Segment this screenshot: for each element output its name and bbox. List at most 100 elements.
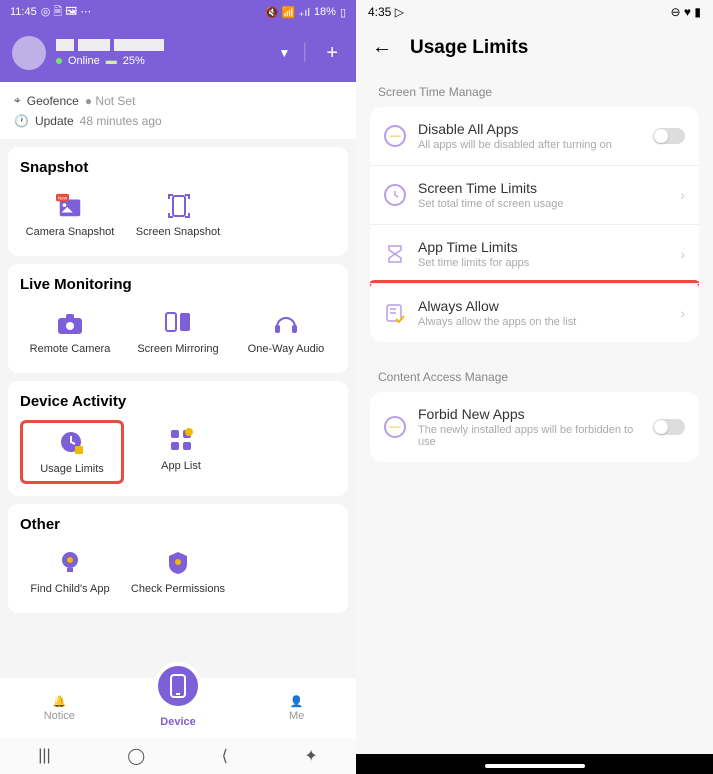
row-sub: The newly installed apps will be forbidd… bbox=[418, 424, 641, 448]
camera-icon bbox=[56, 309, 84, 337]
row-title: Always Allow bbox=[418, 298, 668, 314]
snapshot-card: Snapshot New Camera Snapshot Screen Snap… bbox=[8, 147, 348, 256]
person-icon: 👤 bbox=[290, 695, 304, 708]
row-title: Forbid New Apps bbox=[418, 406, 641, 422]
item-label: Remote Camera bbox=[30, 343, 111, 355]
status-battery: 18% bbox=[314, 6, 336, 18]
item-label: Find Child's App bbox=[30, 583, 109, 595]
toggle-switch[interactable] bbox=[653, 419, 685, 435]
nav-device[interactable]: Device bbox=[119, 688, 238, 728]
app-list-item[interactable]: App List bbox=[132, 420, 230, 484]
mirroring-icon bbox=[164, 309, 192, 337]
status-bar: 11:45 ◎ 🗎 🖼 ⋯ 🔇 📶 ₊ıl18%▯ bbox=[0, 0, 356, 24]
hourglass-icon bbox=[384, 243, 406, 265]
bottom-nav: 🔔 Notice Device 👤 Me bbox=[0, 678, 356, 738]
activity-title: Device Activity bbox=[20, 393, 336, 410]
app-time-limits-row[interactable]: App Time LimitsSet time limits for apps … bbox=[370, 224, 699, 283]
screen-time-limits-row[interactable]: Screen Time Limits Set total time of scre… bbox=[370, 165, 699, 224]
add-button[interactable]: + bbox=[320, 42, 344, 65]
nav-label: Me bbox=[289, 710, 304, 722]
dropdown-icon[interactable]: ▼ bbox=[278, 46, 290, 60]
bell-icon: 🔔 bbox=[52, 695, 66, 708]
usage-limits-item[interactable]: Usage Limits bbox=[20, 420, 124, 484]
update-value: 48 minutes ago bbox=[80, 114, 162, 128]
item-label: Screen Snapshot bbox=[136, 226, 220, 238]
clock-icon bbox=[384, 184, 406, 206]
status-time: 11:45 bbox=[10, 6, 37, 18]
row-sub: Always allow the apps on the list bbox=[418, 316, 668, 328]
row-title: Screen Time Limits bbox=[418, 180, 668, 196]
device-fab-icon bbox=[154, 662, 202, 710]
back-arrow-icon[interactable]: ← bbox=[372, 36, 392, 59]
system-gesture-bar bbox=[356, 754, 713, 774]
usage-limits-icon bbox=[58, 429, 86, 457]
nav-me[interactable]: 👤 Me bbox=[237, 695, 356, 722]
screen-snapshot-icon bbox=[164, 192, 192, 220]
one-way-audio-item[interactable]: One-Way Audio bbox=[236, 303, 336, 361]
page-header: ← Usage Limits bbox=[356, 24, 713, 71]
always-allow-row[interactable]: Always Allow Always allow the apps on the… bbox=[370, 283, 699, 342]
geofence-icon: ⌖ bbox=[14, 93, 21, 108]
nav-label: Device bbox=[160, 716, 195, 728]
disable-all-apps-row[interactable]: — Disable All Apps All apps will be disab… bbox=[370, 107, 699, 165]
item-label: One-Way Audio bbox=[248, 343, 325, 355]
camera-snapshot-icon: New bbox=[56, 192, 84, 220]
recent-icon[interactable]: ||| bbox=[38, 747, 50, 765]
home-icon[interactable]: ◯ bbox=[127, 746, 145, 766]
section-label: Content Access Manage bbox=[356, 356, 713, 392]
item-label: App List bbox=[161, 460, 201, 472]
online-dot-icon bbox=[56, 58, 62, 64]
name-redacted bbox=[114, 39, 164, 51]
profile-header: Online ▬ 25% ▼ │ + bbox=[0, 24, 356, 82]
name-redacted bbox=[56, 39, 74, 51]
monitoring-title: Live Monitoring bbox=[20, 276, 336, 293]
status-bar: 4:35 ▷ ⊖ ♥ ▮ bbox=[356, 0, 713, 24]
app-list-icon bbox=[167, 426, 195, 454]
shield-icon bbox=[164, 549, 192, 577]
forbid-new-apps-row[interactable]: — Forbid New Apps The newly installed app… bbox=[370, 392, 699, 462]
avatar[interactable] bbox=[12, 36, 46, 70]
screen-mirroring-item[interactable]: Screen Mirroring bbox=[128, 303, 228, 361]
svg-text:New: New bbox=[58, 195, 68, 200]
remote-camera-item[interactable]: Remote Camera bbox=[20, 303, 120, 361]
camera-snapshot-item[interactable]: New Camera Snapshot bbox=[20, 186, 120, 244]
page-title: Usage Limits bbox=[410, 37, 528, 59]
disable-icon: — bbox=[384, 125, 406, 147]
update-row[interactable]: 🕐 Update 48 minutes ago bbox=[14, 111, 342, 131]
screen-snapshot-item[interactable]: Screen Snapshot bbox=[128, 186, 228, 244]
back-icon[interactable]: ⟨ bbox=[222, 746, 228, 766]
section-label: Screen Time Manage bbox=[356, 71, 713, 107]
accessibility-icon[interactable]: ✦ bbox=[304, 746, 317, 766]
item-label: Check Permissions bbox=[131, 583, 225, 595]
snapshot-title: Snapshot bbox=[20, 159, 336, 176]
row-title: Disable All Apps bbox=[418, 121, 641, 137]
chevron-right-icon: › bbox=[680, 246, 685, 262]
row-title: App Time Limits bbox=[418, 239, 668, 255]
clock-icon: 🕐 bbox=[14, 114, 29, 128]
activity-card: Device Activity Usage Limits App List bbox=[8, 381, 348, 496]
row-sub: Set time limits for apps bbox=[418, 257, 668, 269]
chevron-right-icon: › bbox=[680, 187, 685, 203]
row-sub: Set total time of screen usage bbox=[418, 198, 668, 210]
screen-time-card: — Disable All Apps All apps will be disab… bbox=[370, 107, 699, 342]
status-time: 4:35 bbox=[368, 5, 391, 19]
headphones-icon bbox=[272, 309, 300, 337]
nav-label: Notice bbox=[44, 710, 75, 722]
find-child-app-item[interactable]: Find Child's App bbox=[20, 543, 120, 601]
other-card: Other Find Child's App Check Permissions bbox=[8, 504, 348, 613]
geofence-label: Geofence bbox=[27, 94, 79, 108]
monitoring-card: Live Monitoring Remote Camera Screen Mir… bbox=[8, 264, 348, 373]
toggle-switch[interactable] bbox=[653, 128, 685, 144]
other-title: Other bbox=[20, 516, 336, 533]
row-sub: All apps will be disabled after turning … bbox=[418, 139, 641, 151]
name-redacted bbox=[78, 39, 110, 51]
geofence-row[interactable]: ⌖ Geofence ● Not Set bbox=[14, 90, 342, 111]
system-nav: ||| ◯ ⟨ ✦ bbox=[0, 738, 356, 774]
content-access-card: — Forbid New Apps The newly installed app… bbox=[370, 392, 699, 462]
check-permissions-item[interactable]: Check Permissions bbox=[128, 543, 228, 601]
device-battery: 25% bbox=[123, 55, 145, 67]
item-label: Camera Snapshot bbox=[26, 226, 115, 238]
forbid-icon: — bbox=[384, 416, 406, 438]
nav-notice[interactable]: 🔔 Notice bbox=[0, 695, 119, 722]
item-label: Screen Mirroring bbox=[137, 343, 218, 355]
